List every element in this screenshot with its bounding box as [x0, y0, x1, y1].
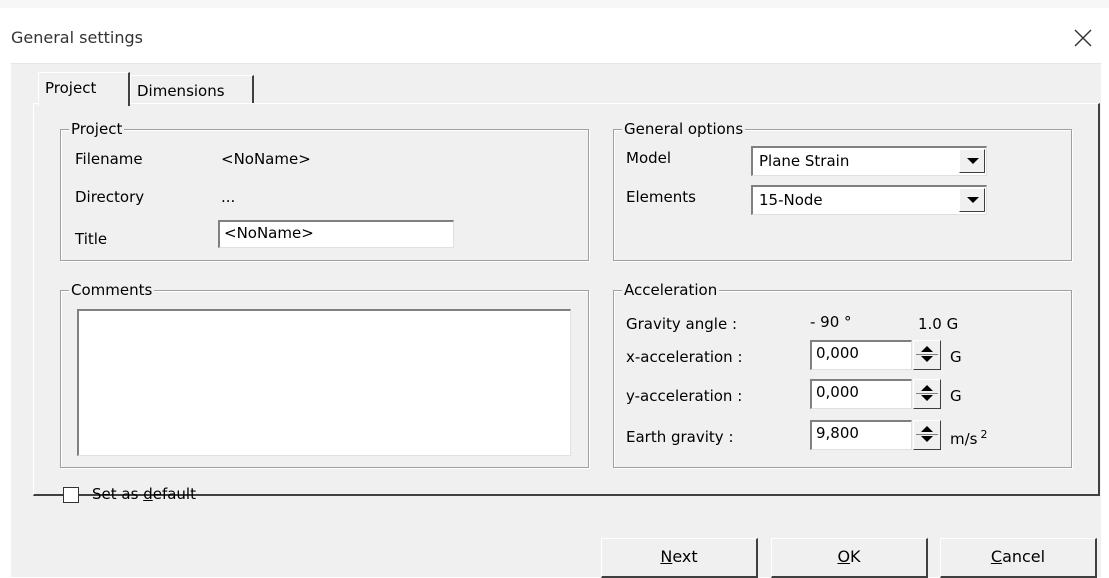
- tab-dimensions-label: Dimensions: [137, 82, 225, 100]
- gravity-angle-value: - 90 °: [810, 313, 852, 331]
- comments-textarea[interactable]: [77, 309, 571, 456]
- tab-dimensions[interactable]: Dimensions: [130, 75, 254, 105]
- general-settings-dialog: General settings Project Dimensions Proj…: [0, 0, 1109, 578]
- chevron-down-icon[interactable]: [959, 188, 985, 212]
- project-group: Project Filename <NoName> Directory ... …: [60, 120, 589, 261]
- top-strip: [0, 0, 1109, 8]
- next-button[interactable]: Next: [601, 538, 758, 578]
- window-title: General settings: [11, 28, 143, 47]
- set-as-default-label[interactable]: Set as default: [92, 485, 196, 503]
- cancel-button-accel: C: [990, 547, 1003, 566]
- y-acceleration-unit: G: [950, 387, 962, 405]
- tab-project[interactable]: Project: [38, 72, 130, 106]
- model-select[interactable]: Plane Strain: [751, 146, 987, 176]
- x-acceleration-unit: G: [950, 348, 962, 366]
- gravity-angle-label: Gravity angle :: [626, 315, 737, 333]
- ok-button[interactable]: OK: [771, 538, 928, 578]
- earth-gravity-unit-text: m/s: [950, 430, 978, 448]
- set-as-default-label-pre: Set as: [92, 485, 144, 503]
- elements-label: Elements: [626, 188, 696, 206]
- ok-button-label: K: [850, 547, 861, 566]
- arrow-down-icon: [921, 356, 933, 362]
- earth-gravity-unit: m/s 2: [950, 428, 987, 448]
- set-as-default-label-post: efault: [152, 485, 196, 503]
- spinner-divider: [916, 354, 938, 355]
- tab-project-label: Project: [45, 79, 97, 97]
- arrow-up-icon: [921, 385, 933, 391]
- spinner-divider: [916, 393, 938, 394]
- spinner-divider: [916, 434, 938, 435]
- cancel-button-label: ancel: [1002, 547, 1046, 566]
- x-acceleration-input[interactable]: 0,000: [810, 340, 912, 370]
- comments-group-label: Comments: [69, 281, 155, 299]
- left-edge: [0, 63, 11, 577]
- comments-group: Comments: [60, 281, 589, 468]
- arrow-down-icon: [921, 436, 933, 442]
- elements-select-value: 15-Node: [759, 191, 823, 209]
- earth-gravity-unit-exponent: 2: [980, 428, 988, 441]
- title-bar: General settings: [0, 8, 1109, 64]
- earth-gravity-input[interactable]: 9,800: [810, 420, 912, 450]
- next-button-accel: N: [660, 547, 673, 566]
- arrow-down-icon: [921, 395, 933, 401]
- arrow-up-icon: [921, 346, 933, 352]
- title-input[interactable]: <NoName>: [218, 220, 454, 248]
- directory-value: ...: [221, 188, 236, 206]
- project-group-label: Project: [69, 120, 125, 138]
- general-options-group: General options Model Plane Strain Eleme…: [613, 120, 1072, 261]
- acceleration-label: Acceleration: [622, 281, 720, 299]
- x-acceleration-spinner[interactable]: [913, 340, 941, 370]
- set-as-default-label-accel: d: [143, 485, 153, 503]
- arrow-up-icon: [921, 426, 933, 432]
- right-edge: [1101, 63, 1109, 577]
- set-as-default-checkbox[interactable]: [63, 487, 79, 503]
- model-select-value: Plane Strain: [759, 152, 850, 170]
- y-acceleration-input[interactable]: 0,000: [810, 379, 912, 409]
- earth-gravity-spinner[interactable]: [913, 420, 941, 450]
- next-button-label: ext: [672, 547, 698, 566]
- close-icon[interactable]: [1070, 25, 1096, 51]
- title-label: Title: [75, 230, 108, 248]
- ok-button-accel: O: [837, 547, 851, 566]
- y-acceleration-label: y-acceleration :: [626, 387, 743, 405]
- acceleration-group: Acceleration Gravity angle : - 90 ° 1.0 …: [613, 281, 1072, 468]
- general-options-label: General options: [622, 120, 746, 138]
- filename-label: Filename: [75, 150, 143, 168]
- x-acceleration-label: x-acceleration :: [626, 348, 743, 366]
- chevron-down-icon[interactable]: [959, 149, 985, 173]
- gravity-g-value: 1.0 G: [918, 315, 959, 333]
- filename-value: <NoName>: [221, 150, 311, 168]
- model-label: Model: [626, 149, 672, 167]
- cancel-button[interactable]: Cancel: [940, 538, 1097, 578]
- y-acceleration-spinner[interactable]: [913, 379, 941, 409]
- elements-select[interactable]: 15-Node: [751, 185, 987, 215]
- directory-label: Directory: [75, 188, 145, 206]
- earth-gravity-label: Earth gravity :: [626, 428, 734, 446]
